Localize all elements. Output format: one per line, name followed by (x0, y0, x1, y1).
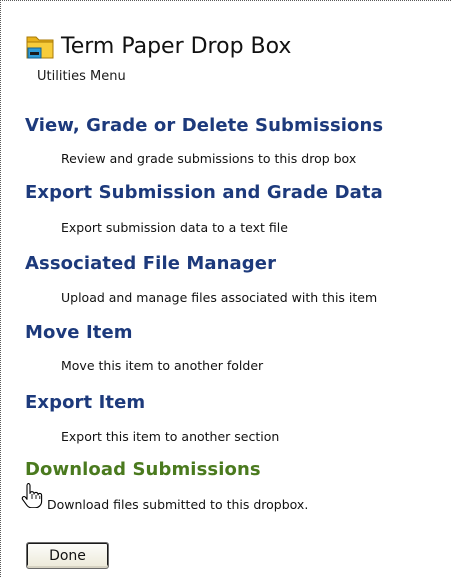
view-grade-delete-link[interactable]: View, Grade or Delete Submissions (25, 115, 383, 136)
export-submission-data-description: Export submission data to a text file (61, 220, 288, 235)
hand-pointer-cursor-icon (21, 482, 43, 509)
done-button[interactable]: Done (26, 542, 109, 569)
folder-icon (25, 32, 55, 60)
page-title: Term Paper Drop Box (61, 33, 292, 59)
export-item-description: Export this item to another section (61, 429, 280, 444)
download-submissions-link[interactable]: Download Submissions (25, 459, 261, 480)
download-submissions-description: Download files submitted to this dropbox… (47, 497, 309, 512)
associated-file-manager-link[interactable]: Associated File Manager (25, 253, 276, 274)
page-header: Term Paper Drop Box (25, 29, 291, 63)
page-frame: Term Paper Drop Box Utilities Menu View,… (0, 0, 451, 577)
move-item-description: Move this item to another folder (61, 358, 264, 373)
export-submission-data-link[interactable]: Export Submission and Grade Data (25, 182, 383, 203)
move-item-link[interactable]: Move Item (25, 322, 133, 343)
view-grade-delete-description: Review and grade submissions to this dro… (61, 151, 357, 166)
associated-file-manager-description: Upload and manage files associated with … (61, 290, 378, 305)
export-item-link[interactable]: Export Item (25, 392, 145, 413)
utilities-menu-label: Utilities Menu (37, 69, 126, 84)
